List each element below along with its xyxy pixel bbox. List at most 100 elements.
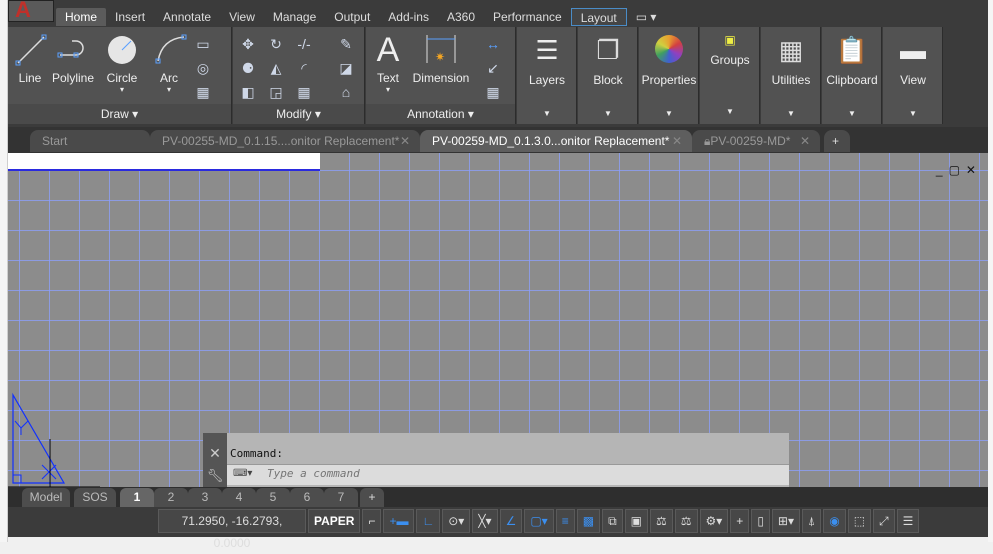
infer-constraints-icon[interactable]: +▬ <box>383 509 415 533</box>
layout-tab-4[interactable]: 4 <box>222 488 256 507</box>
annotation-panel-title[interactable]: Annotation ▾ <box>366 104 515 124</box>
circle-icon <box>108 36 136 64</box>
layout-tab-6[interactable]: 6 <box>290 488 324 507</box>
tab-addins[interactable]: Add-ins <box>379 8 438 26</box>
fillet-icon[interactable]: ◜ <box>295 59 313 77</box>
block-panel[interactable]: ❐ Block ▼ <box>578 27 638 124</box>
layers-panel[interactable]: ☰ Layers ▼ <box>517 27 577 124</box>
offset-icon[interactable]: ⌂ <box>337 83 355 101</box>
mirror-icon[interactable]: ◭ <box>267 59 285 77</box>
table-icon[interactable]: ▦ <box>484 83 502 101</box>
close-icon[interactable]: ✕ <box>400 130 410 152</box>
annotation-visibility-icon[interactable]: ⚖ <box>649 509 673 533</box>
ribbon-minimize-button[interactable]: ▭ ▾ <box>627 8 666 26</box>
command-line-handle[interactable]: ✕ 🔧︎ <box>203 433 227 487</box>
tab-performance[interactable]: Performance <box>484 8 571 26</box>
annotation-scale-icon[interactable]: ⚖ <box>674 509 698 533</box>
tab-view[interactable]: View <box>220 8 264 26</box>
trim-icon[interactable]: -/- <box>295 35 313 53</box>
properties-panel[interactable]: Properties ▼ <box>639 27 699 124</box>
viewport-window-controls[interactable]: _▢✕ <box>936 163 982 177</box>
isodraft-icon[interactable]: ╳▾ <box>472 509 498 533</box>
layout-tab-3[interactable]: 3 <box>188 488 222 507</box>
hatch-ellipse-icon[interactable]: ◎ <box>194 59 212 77</box>
block-label: Block <box>593 73 623 87</box>
paper-space-toggle[interactable]: PAPER <box>308 509 361 533</box>
layout-tab-5[interactable]: 5 <box>256 488 290 507</box>
close-icon[interactable]: ✕ <box>672 130 682 152</box>
groups-panel[interactable]: ▣ Groups ▼ <box>700 27 760 124</box>
tab-home[interactable]: Home <box>56 8 107 26</box>
application-menu-button[interactable]: A <box>8 0 54 22</box>
model-viewport-icon[interactable]: ▣ <box>624 509 648 533</box>
layout-tab-1[interactable]: 1 <box>120 488 154 507</box>
move-icon[interactable]: ✥ <box>239 35 257 53</box>
rectangle-icon[interactable]: ▭ <box>194 35 212 53</box>
tab-a360[interactable]: A360 <box>438 8 484 26</box>
linear-dimension-icon[interactable]: ↔ <box>484 35 502 53</box>
utilities-panel[interactable]: ▦ Utilities ▼ <box>761 27 821 124</box>
layout-tab-sos[interactable]: SOS <box>74 488 116 507</box>
add-layout-button[interactable]: + <box>360 488 384 507</box>
circle-button[interactable]: Circle ▾ <box>104 33 140 94</box>
rotate-icon[interactable]: ↻ <box>267 35 285 53</box>
tab-manage[interactable]: Manage <box>264 8 325 26</box>
polyline-button[interactable]: Polyline <box>50 33 96 85</box>
file-tab-pv-00259-md[interactable]: 🔒︎PV-00259-MD* ✕ <box>692 130 820 152</box>
selection-cycling-icon[interactable]: ⧉ <box>602 509 623 533</box>
quick-properties-icon[interactable]: ⊞▾ <box>771 509 800 533</box>
copy-icon[interactable]: ⚈ <box>239 59 257 77</box>
line-button[interactable]: Line <box>14 33 47 85</box>
workspace-gear-icon[interactable]: ⚙▾ <box>699 509 729 533</box>
tab-annotate[interactable]: Annotate <box>154 8 220 26</box>
modify-panel-title[interactable]: Modify ▾ <box>233 104 364 124</box>
ortho-icon[interactable]: ∟ <box>416 509 441 533</box>
leader-icon[interactable]: ↙ <box>484 59 502 77</box>
fullscreen-icon[interactable]: ⤢ <box>873 509 895 533</box>
object-snap-tracking-icon[interactable]: ∠ <box>499 509 523 533</box>
command-input[interactable] <box>267 467 767 480</box>
layout-tab-7[interactable]: 7 <box>324 488 358 507</box>
close-icon[interactable]: ✕ <box>800 130 810 152</box>
clipboard-icon: 📋 <box>835 35 869 65</box>
view-folder-icon: ▬ <box>900 35 926 65</box>
new-tab-button[interactable]: + <box>824 130 850 152</box>
tab-output[interactable]: Output <box>325 8 379 26</box>
lineweight-icon[interactable]: ≡ <box>555 509 575 533</box>
layout-tab-model[interactable]: Model <box>22 488 70 507</box>
transparency-icon[interactable]: ▩ <box>576 509 601 533</box>
tab-layout[interactable]: Layout <box>570 8 627 26</box>
coordinates-readout[interactable]: 71.2950, -16.2793, 0.0000 <box>158 509 306 550</box>
hatch-icon[interactable]: ▦ <box>194 83 212 101</box>
drawing-canvas[interactable]: _▢✕ ✕ 🔧︎ Command: ⌨▾ <box>8 153 988 487</box>
dimension-button[interactable]: ✷ Dimension <box>410 33 472 85</box>
erase-icon[interactable]: ✎ <box>337 35 355 53</box>
clean-screen-icon[interactable]: ⬚ <box>847 509 872 533</box>
file-tab-pv-00259-active[interactable]: PV-00259-MD_0.1.3.0...onitor Replacement… <box>420 130 692 152</box>
tab-insert[interactable]: Insert <box>106 8 154 26</box>
array-icon[interactable]: ▦ <box>295 83 313 101</box>
hardware-acceleration-icon[interactable]: ◉ <box>823 509 846 533</box>
explode-icon[interactable]: ◪ <box>337 59 355 77</box>
file-tab-start[interactable]: Start <box>30 130 150 152</box>
layout-tab-2[interactable]: 2 <box>154 488 188 507</box>
text-button[interactable]: A Text ▾ <box>370 33 406 94</box>
isolate-objects-icon[interactable]: ⍋ <box>802 509 822 533</box>
scale-icon[interactable]: ◲ <box>267 83 285 101</box>
arc-button[interactable]: Arc ▾ <box>154 33 187 94</box>
line-icon <box>15 34 47 66</box>
polar-tracking-icon[interactable]: ⊙▾ <box>442 509 471 533</box>
customization-menu-icon[interactable]: ☰ <box>896 509 920 533</box>
ucs-icon <box>8 392 100 487</box>
view-panel[interactable]: ▬ View ▼ <box>883 27 943 124</box>
clipboard-panel[interactable]: 📋 Clipboard ▼ <box>822 27 882 124</box>
file-tab-pv-00255[interactable]: PV-00255-MD_0.1.15....onitor Replacement… <box>150 130 420 152</box>
units-icon[interactable]: ▯ <box>751 509 770 533</box>
stretch-icon[interactable]: ◧ <box>239 83 257 101</box>
command-prompt-icon[interactable]: ⌨▾ <box>233 468 252 479</box>
draw-panel-title[interactable]: Draw ▾ <box>8 104 231 124</box>
annotation-monitor-icon[interactable]: + <box>730 509 750 533</box>
snap-icon[interactable]: ⌐ <box>362 509 382 533</box>
properties-color-wheel-icon <box>655 35 683 63</box>
object-snap-icon[interactable]: ▢▾ <box>524 509 554 533</box>
